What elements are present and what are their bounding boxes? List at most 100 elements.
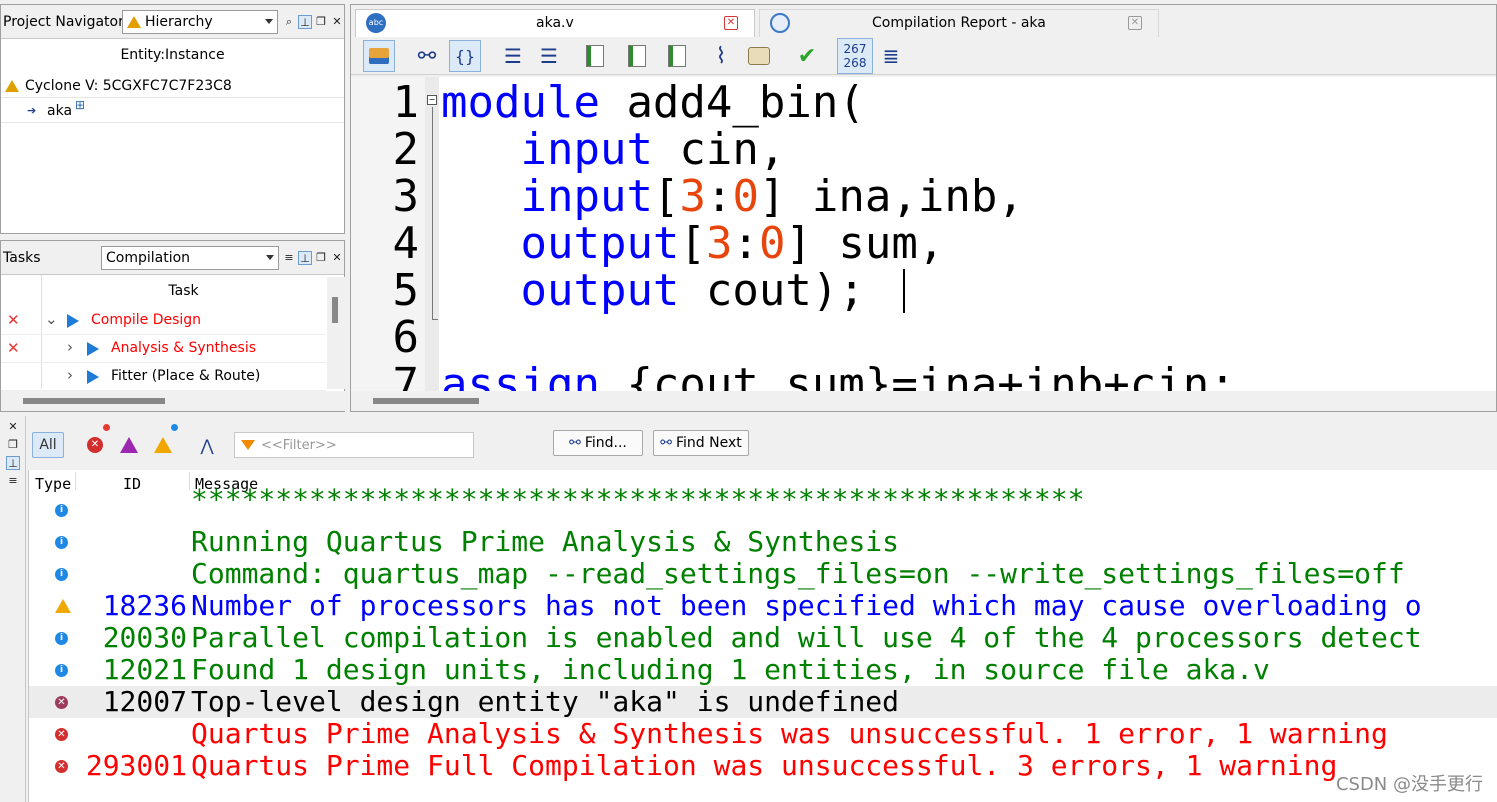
line-number: 6 xyxy=(392,312,420,363)
task-column-header[interactable]: Task xyxy=(41,283,326,305)
wrap-button[interactable]: ≣ xyxy=(875,40,907,72)
type-column-header[interactable]: Type xyxy=(35,475,71,493)
open-file-button[interactable] xyxy=(363,40,395,72)
search-icon[interactable]: ⌕ xyxy=(282,15,296,29)
play-icon[interactable] xyxy=(67,314,79,328)
fold-marker[interactable]: − xyxy=(427,95,437,105)
message-row[interactable]: ›i12021Found 1 design units, including 1… xyxy=(29,653,1497,686)
error-status-icon: ✕ xyxy=(7,311,20,329)
tab-aka-v[interactable]: abc aka.v ✕ xyxy=(355,9,755,37)
entity-icon: ➔ xyxy=(27,104,37,117)
code-line[interactable]: module add4_bin( xyxy=(441,79,865,126)
tasks-vertical-scrollbar[interactable] xyxy=(327,277,345,389)
code-line[interactable]: output[3:0] sum, xyxy=(441,220,944,267)
float-window-icon[interactable]: ❐ xyxy=(314,251,328,265)
chevron-down-icon xyxy=(265,19,273,24)
top-entity-node[interactable]: ➔ aka ⊞ xyxy=(1,97,344,123)
scrollbar-thumb[interactable] xyxy=(332,297,338,323)
id-column-header[interactable]: ID xyxy=(123,475,141,493)
code-line[interactable]: assign {cout,sum}=ina+inb+cin; xyxy=(441,361,1236,391)
top-entity-label: aka xyxy=(47,103,73,119)
pin-icon[interactable]: ⊥ xyxy=(298,15,312,29)
code-token: cin, xyxy=(652,124,786,175)
find-button[interactable]: ⚯ Find... xyxy=(553,430,643,456)
project-navigator-title: Project Navigator xyxy=(3,14,124,30)
code-line[interactable]: input cin, xyxy=(441,126,785,173)
pin-icon[interactable]: ⊥ xyxy=(298,251,312,265)
close-icon[interactable]: ✕ xyxy=(6,420,20,434)
info-icon: i xyxy=(55,632,68,645)
expander-icon[interactable]: › xyxy=(67,338,73,356)
syntax-check-button[interactable]: ✔ xyxy=(791,40,823,72)
message-id: 12021 xyxy=(102,653,187,686)
play-icon[interactable] xyxy=(87,370,99,384)
attach-button[interactable]: ⌇ xyxy=(705,40,737,72)
code-line[interactable]: output cout); xyxy=(441,267,864,314)
tasks-flow-dropdown[interactable]: Compilation xyxy=(101,246,279,270)
checkmark-icon: ✔ xyxy=(797,43,817,69)
previous-bookmark-button[interactable] xyxy=(661,40,693,72)
message-row[interactable]: ✕ 293001 Quartus Prime Full Compilation wa… xyxy=(29,750,1497,782)
error-icon: ✕ xyxy=(55,760,68,773)
line-number-badge-top: 267 xyxy=(843,42,867,56)
next-bookmark-button[interactable] xyxy=(621,40,653,72)
message-row[interactable]: i ***************************************… xyxy=(29,484,1497,526)
message-row[interactable]: ✕ 12007 Top-level design entity "aka" is u… xyxy=(29,685,1497,718)
close-icon[interactable]: ✕ xyxy=(330,15,344,29)
code-editor[interactable]: − 1 module add4_bin(2 input cin, 3 input[3… xyxy=(351,77,1496,391)
task-row[interactable]: ✕ ⌄ Compile Design xyxy=(1,307,326,335)
navigator-column-header[interactable]: Entity:Instance xyxy=(1,47,344,73)
float-window-icon[interactable]: ❐ xyxy=(6,438,20,452)
info-icon: i xyxy=(55,568,68,581)
pin-icon[interactable]: ⊥ xyxy=(6,456,20,470)
device-node[interactable]: Cyclone V: 5CGXFC7C7F23C8 xyxy=(5,75,232,97)
message-row[interactable]: ›✕Quartus Prime Analysis & Synthesis was… xyxy=(29,718,1497,750)
find-matching-brace-button[interactable]: {} xyxy=(449,40,481,72)
editor-horizontal-scrollbar[interactable] xyxy=(351,391,1496,411)
float-window-icon[interactable]: ❐ xyxy=(314,15,328,29)
template-button[interactable] xyxy=(743,40,775,72)
tab-compilation-report[interactable]: Compilation Report - aka ✕ xyxy=(759,9,1159,37)
find-button[interactable]: ⚯ xyxy=(411,40,443,72)
warning-icon xyxy=(55,599,71,613)
code-token: ] sum, xyxy=(785,218,945,269)
verilog-file-icon: abc xyxy=(366,13,386,33)
message-filter-input[interactable]: <<Filter>> xyxy=(234,432,474,458)
tasks-horizontal-scrollbar[interactable] xyxy=(1,391,346,411)
close-tab-icon[interactable]: ✕ xyxy=(1128,16,1142,30)
navigator-view-dropdown[interactable]: Hierarchy xyxy=(122,10,278,34)
bookmark-button[interactable] xyxy=(579,40,611,72)
unindent-button[interactable]: ☰ xyxy=(533,40,565,72)
keyword-token: input xyxy=(520,124,653,175)
critical-warning-icon xyxy=(120,437,138,453)
funnel-icon xyxy=(241,440,255,450)
scrollbar-thumb[interactable] xyxy=(373,398,479,404)
previous-bookmark-icon xyxy=(668,45,686,67)
filter-critical-warnings-button[interactable] xyxy=(116,432,142,458)
close-tab-icon[interactable]: ✕ xyxy=(724,16,738,30)
task-row[interactable]: › Fitter (Place & Route) xyxy=(1,363,326,391)
indent-button[interactable]: ☰ xyxy=(497,40,529,72)
message-row[interactable]: i 20030 Parallel compilation is enabled an… xyxy=(29,622,1497,654)
scrollbar-thumb[interactable] xyxy=(23,398,165,404)
close-icon[interactable]: ✕ xyxy=(330,251,344,265)
menu-icon[interactable]: ≡ xyxy=(282,251,296,265)
line-number: 5 xyxy=(392,265,420,316)
expander-icon[interactable]: › xyxy=(67,366,73,384)
filter-warnings-button[interactable] xyxy=(150,424,178,458)
filter-suppressed-button[interactable]: ⋀ xyxy=(194,432,220,458)
message-row[interactable]: ›iRunning Quartus Prime Analysis & Synth… xyxy=(29,526,1497,558)
menu-icon[interactable]: ≡ xyxy=(6,474,20,488)
find-next-button[interactable]: ⚯ Find Next xyxy=(653,430,749,456)
task-label: Fitter (Place & Route) xyxy=(111,368,261,384)
filter-all-button[interactable]: All xyxy=(32,432,64,458)
message-text: Top-level design entity "aka" is undefin… xyxy=(191,685,900,718)
message-row[interactable]: i Command: quartus_map --read_settings_fi… xyxy=(29,558,1497,590)
line-numbers-button[interactable]: 267 268 xyxy=(837,38,873,74)
filter-errors-button[interactable]: ✕ xyxy=(82,424,110,458)
code-line[interactable]: input[3:0] ina,inb, xyxy=(441,173,1023,220)
message-row[interactable]: 18236 Number of processors has not been s… xyxy=(29,590,1497,622)
play-icon[interactable] xyxy=(87,342,99,356)
expander-icon[interactable]: ⌄ xyxy=(45,310,58,328)
task-row[interactable]: ✕ › Analysis & Synthesis xyxy=(1,335,326,363)
